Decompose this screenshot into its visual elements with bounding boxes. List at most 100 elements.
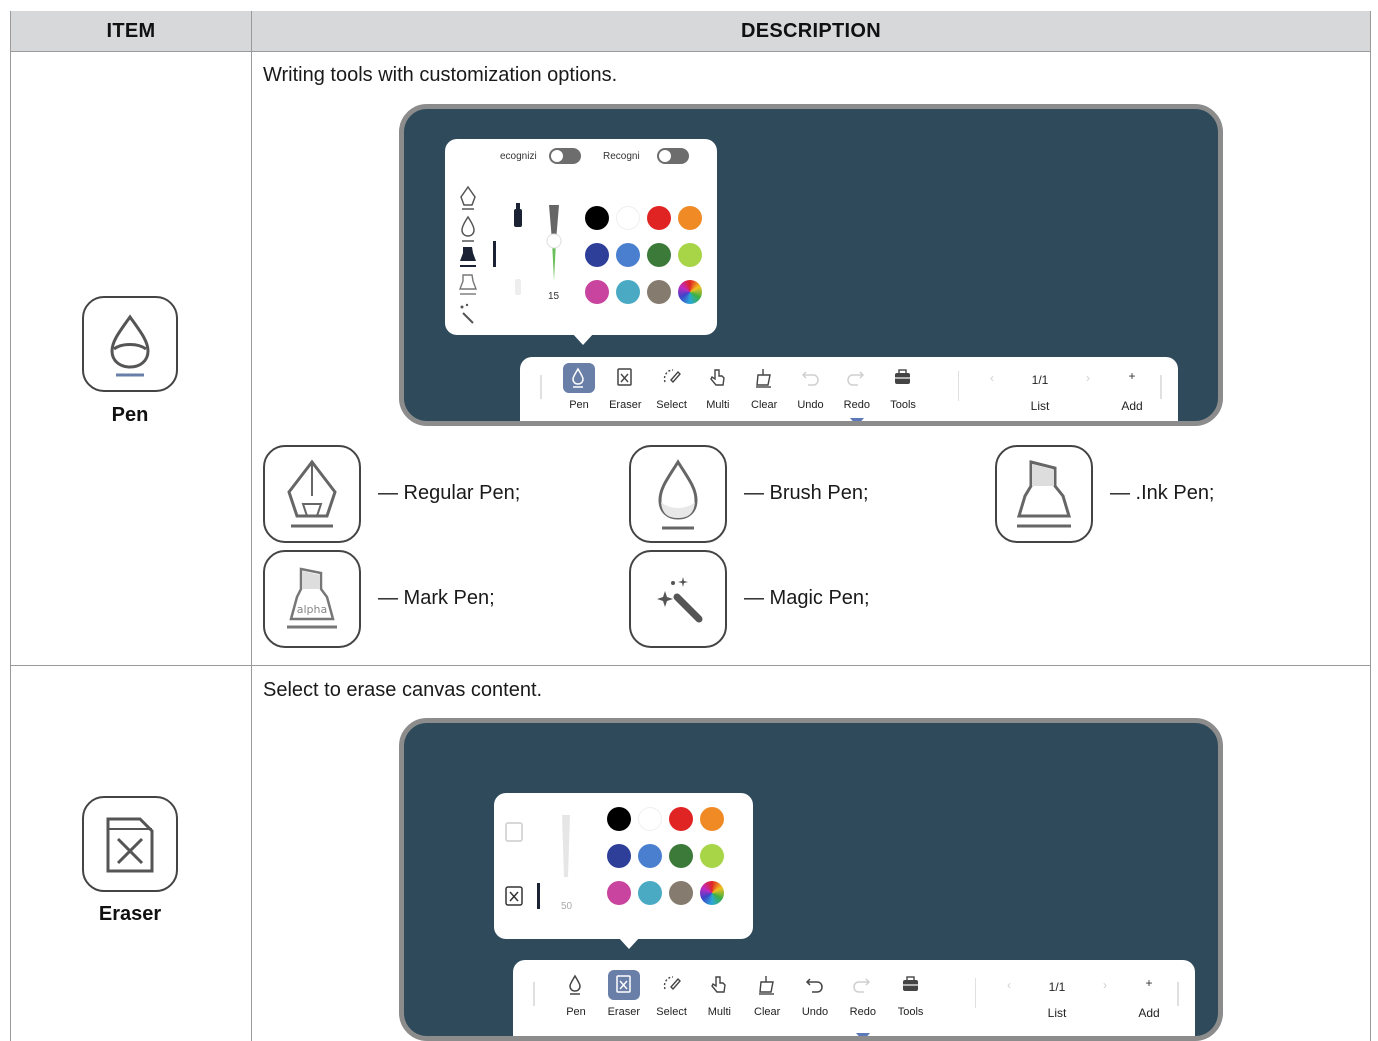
pen-type-icons[interactable]: [457, 185, 479, 325]
selected-eraser-indicator: [537, 883, 540, 909]
list-button[interactable]: List: [1037, 1006, 1077, 1020]
toolbar-button-label: Multi: [706, 399, 730, 411]
color-swatch[interactable]: [607, 881, 631, 905]
color-swatch[interactable]: [647, 243, 671, 267]
toolbar-pen-button[interactable]: Pen: [556, 363, 602, 411]
add-icon[interactable]: +: [1129, 976, 1169, 990]
eraser-size-slider[interactable]: [558, 813, 574, 885]
color-swatch[interactable]: [678, 206, 702, 230]
pen-item-label: Pen: [111, 404, 149, 426]
toolbar-pen-button[interactable]: Pen: [553, 970, 599, 1018]
redo-icon: [847, 970, 879, 1000]
next-page-icon[interactable]: ›: [1068, 371, 1108, 385]
color-swatch[interactable]: [616, 280, 640, 304]
toolbar-multi-button[interactable]: Multi: [696, 970, 742, 1018]
pen-icon: [563, 363, 595, 393]
color-swatch[interactable]: [638, 844, 662, 868]
toolbar-divider: [975, 978, 976, 1008]
toolbar-eraser-button[interactable]: Eraser: [601, 970, 647, 1018]
table-border-left: [10, 11, 11, 1041]
select-icon: [656, 363, 688, 393]
toolbar-button-label: Tools: [890, 399, 916, 411]
list-button[interactable]: List: [1020, 399, 1060, 413]
add-button[interactable]: Add: [1112, 399, 1152, 413]
recognize-toggle-label-1: ecognizi: [500, 151, 537, 162]
mark-pen-icon-text: alpha: [297, 603, 328, 616]
ink-pen-label: — .Ink Pen;: [1110, 482, 1215, 504]
color-swatch[interactable]: [638, 807, 662, 831]
toolbar-handle[interactable]: [540, 375, 542, 399]
toolbar-clear-button[interactable]: Clear: [741, 363, 787, 411]
color-swatch[interactable]: [607, 807, 631, 831]
pen-description: Writing tools with customization options…: [263, 64, 618, 86]
multi-icon: [703, 970, 735, 1000]
select-icon: [656, 970, 688, 1000]
prev-page-icon[interactable]: ‹: [989, 978, 1029, 992]
toolbar-button-label: Select: [656, 1006, 687, 1018]
toolbar-undo-button[interactable]: Undo: [792, 970, 838, 1018]
toolbar-redo-button[interactable]: Redo: [840, 970, 886, 1018]
eraser-item-icon: [82, 796, 178, 892]
color-swatch[interactable]: [700, 807, 724, 831]
toolbar-redo-button[interactable]: Redo: [834, 363, 880, 411]
expand-arrow-icon[interactable]: [855, 1028, 870, 1036]
redo-icon: [841, 363, 873, 393]
color-swatch[interactable]: [585, 280, 609, 304]
toolbar-tools-button[interactable]: Tools: [888, 970, 934, 1018]
color-swatch[interactable]: [616, 206, 640, 230]
toolbar-handle[interactable]: [1160, 375, 1162, 399]
mark-pen-label: — Mark Pen;: [378, 587, 495, 609]
toolbar-handle[interactable]: [1177, 982, 1179, 1006]
eraser-item-label: Eraser: [98, 903, 162, 925]
regular-pen-label: — Regular Pen;: [378, 482, 521, 504]
prev-page-icon[interactable]: ‹: [972, 371, 1012, 385]
toolbar-tools-button[interactable]: Tools: [880, 363, 926, 411]
color-swatch[interactable]: [678, 280, 702, 304]
eraser-settings-popup: 50: [494, 793, 753, 939]
color-swatch[interactable]: [638, 881, 662, 905]
eraser-type-icons[interactable]: [502, 817, 526, 927]
color-swatch[interactable]: [669, 881, 693, 905]
toolbar-button-label: Redo: [843, 399, 870, 411]
add-icon[interactable]: +: [1112, 369, 1152, 383]
color-swatch[interactable]: [585, 243, 609, 267]
color-swatch[interactable]: [616, 243, 640, 267]
color-swatch[interactable]: [647, 206, 671, 230]
document-page: ITEM DESCRIPTION Pen Writing tools with …: [0, 0, 1378, 1041]
color-swatch[interactable]: [585, 206, 609, 230]
toolbar-select-button[interactable]: Select: [649, 363, 695, 411]
color-swatch[interactable]: [647, 280, 671, 304]
toolbar-select-button[interactable]: Select: [649, 970, 695, 1018]
pen-preview-icon: [514, 203, 522, 295]
tools-icon: [895, 970, 927, 1000]
recognize-toggle-1[interactable]: [549, 148, 581, 164]
toolbar-button-label: Eraser: [607, 1006, 640, 1018]
expand-arrow-icon[interactable]: [849, 413, 864, 421]
toolbar-multi-button[interactable]: Multi: [695, 363, 741, 411]
toolbar-button-label: Undo: [801, 1006, 829, 1018]
regular-pen-icon: [263, 445, 361, 543]
recognize-toggle-2[interactable]: [657, 148, 689, 164]
header-item: ITEM: [11, 11, 251, 51]
size-slider[interactable]: [543, 201, 565, 291]
pen-screenshot: ecognizi Recogni 15 Pen Eraser Select Mu…: [399, 104, 1223, 426]
color-swatch[interactable]: [700, 881, 724, 905]
color-swatch[interactable]: [607, 844, 631, 868]
color-swatch[interactable]: [700, 844, 724, 868]
toolbar-button-label: Redo: [849, 1006, 876, 1018]
pen-icon: [560, 970, 592, 1000]
toolbar-button-label: Clear: [751, 399, 778, 411]
toolbar-handle[interactable]: [533, 982, 535, 1006]
toolbar-button-label: Pen: [566, 1006, 586, 1018]
toolbar-eraser-button[interactable]: Eraser: [602, 363, 648, 411]
color-swatch[interactable]: [669, 807, 693, 831]
toolbar-clear-button[interactable]: Clear: [744, 970, 790, 1018]
pen-item-icon: [82, 296, 178, 392]
color-swatch[interactable]: [678, 243, 702, 267]
undo-icon: [799, 970, 831, 1000]
next-page-icon[interactable]: ›: [1085, 978, 1125, 992]
selected-pen-indicator: [493, 241, 496, 267]
add-button[interactable]: Add: [1129, 1006, 1169, 1020]
color-swatch[interactable]: [669, 844, 693, 868]
toolbar-undo-button[interactable]: Undo: [788, 363, 834, 411]
